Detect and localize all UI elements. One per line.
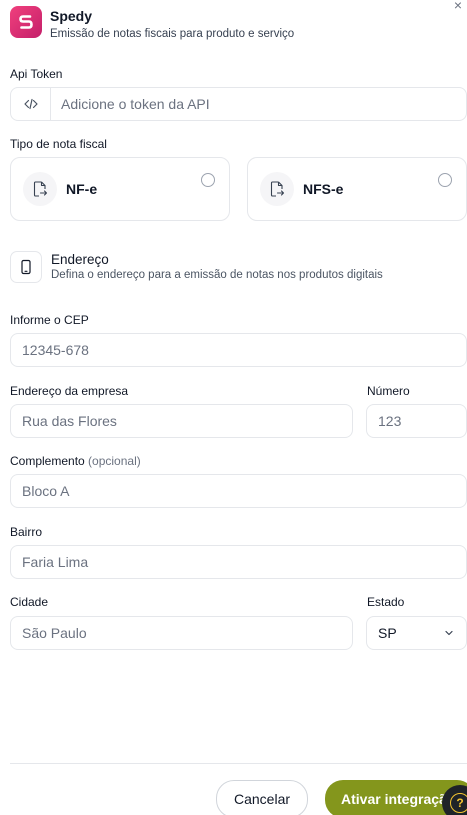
complement-placeholder: Bloco A xyxy=(22,483,70,499)
city-placeholder: São Paulo xyxy=(22,625,87,641)
cep-input[interactable]: 12345-678 xyxy=(10,333,467,367)
chevron-down-icon xyxy=(445,630,453,636)
api-token-placeholder: Adicione o token da API xyxy=(61,96,210,112)
complement-input[interactable]: Bloco A xyxy=(10,474,467,508)
complement-label-text: Complemento xyxy=(10,454,85,468)
invoice-type-option-nfe[interactable]: NF-e xyxy=(10,157,230,221)
document-arrow-icon xyxy=(260,172,294,206)
number-input[interactable]: 123 xyxy=(366,404,467,438)
close-button[interactable]: × xyxy=(451,0,465,12)
nfe-label: NF-e xyxy=(66,181,98,197)
cep-placeholder: 12345-678 xyxy=(22,342,89,358)
state-label: Estado xyxy=(367,595,405,609)
code-icon xyxy=(11,88,51,120)
cancel-button[interactable]: Cancelar xyxy=(216,780,308,815)
spedy-s-icon xyxy=(19,15,33,29)
state-selected-value: SP xyxy=(378,625,397,641)
address-section-header: Endereço Defina o endereço para a emissã… xyxy=(10,251,383,283)
neighborhood-input[interactable]: Faria Lima xyxy=(10,545,467,579)
address-section-description: Defina o endereço para a emissão de nota… xyxy=(51,269,383,281)
city-label: Cidade xyxy=(10,595,49,609)
neighborhood-label: Bairro xyxy=(10,525,43,539)
company-address-label: Endereço da empresa xyxy=(10,384,129,398)
state-select[interactable]: SP xyxy=(366,616,467,650)
company-address-placeholder: Rua das Flores xyxy=(22,413,117,429)
number-label: Número xyxy=(367,384,410,398)
spedy-logo-icon xyxy=(10,6,42,38)
city-input[interactable]: São Paulo xyxy=(10,616,353,650)
footer-divider xyxy=(10,763,467,764)
document-arrow-icon xyxy=(23,172,57,206)
app-header: Spedy Emissão de notas fiscais para prod… xyxy=(10,6,294,42)
number-placeholder: 123 xyxy=(378,413,402,429)
mobile-device-icon xyxy=(10,251,42,283)
nfse-radio[interactable] xyxy=(438,173,452,187)
address-section-title: Endereço xyxy=(51,252,109,267)
complement-label: Complemento (opcional) xyxy=(10,454,141,468)
api-token-input[interactable]: Adicione o token da API xyxy=(10,87,467,121)
api-token-label: Api Token xyxy=(10,67,63,81)
neighborhood-placeholder: Faria Lima xyxy=(22,554,89,570)
question-mark-icon: ? xyxy=(450,793,467,813)
nfse-label: NFS-e xyxy=(303,181,344,197)
app-subtitle: Emissão de notas fiscais para produto e … xyxy=(50,28,295,40)
cep-label: Informe o CEP xyxy=(10,313,89,327)
invoice-type-option-nfse[interactable]: NFS-e xyxy=(247,157,467,221)
company-address-input[interactable]: Rua das Flores xyxy=(10,404,353,438)
app-title: Spedy xyxy=(50,8,93,24)
nfe-radio[interactable] xyxy=(201,173,215,187)
complement-optional-tag: (opcional) xyxy=(88,454,141,468)
invoice-type-label: Tipo de nota fiscal xyxy=(10,137,107,151)
